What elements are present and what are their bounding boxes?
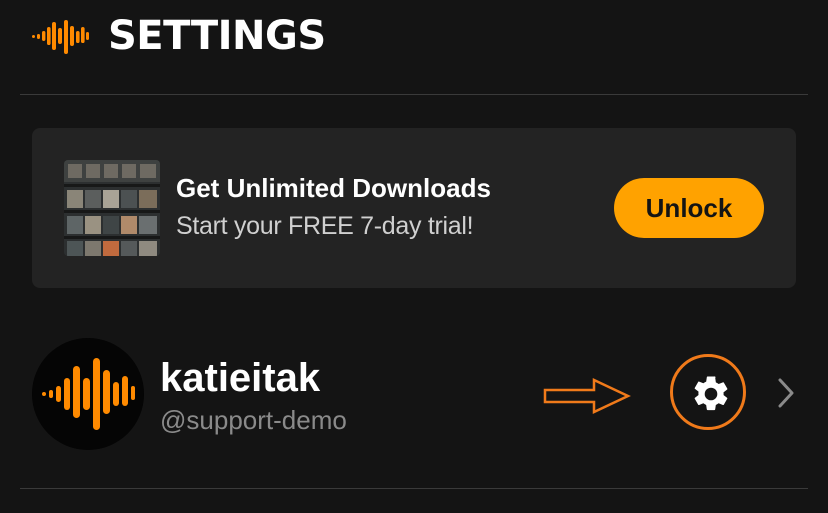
annotation-arrow-icon [543, 378, 631, 414]
audiomack-logo-icon [32, 20, 89, 54]
profile-divider [20, 488, 808, 489]
header: SETTINGS [0, 0, 828, 95]
promo-subtitle: Start your FREE 7-day trial! [176, 212, 474, 240]
promo-title: Get Unlimited Downloads [176, 173, 491, 203]
header-divider [20, 94, 808, 95]
profile-row[interactable]: katieitak @support-demo [0, 320, 828, 470]
username: katieitak [160, 356, 321, 400]
page-title: SETTINGS [108, 13, 326, 59]
unlock-button[interactable]: Unlock [614, 178, 764, 238]
avatar[interactable] [32, 338, 144, 450]
album-collage-image [64, 160, 160, 256]
user-handle: @support-demo [160, 405, 347, 435]
unlimited-downloads-banner: Get Unlimited Downloads Start your FREE … [32, 128, 796, 288]
gear-icon[interactable] [690, 373, 732, 415]
audiomack-avatar-icon [32, 338, 144, 450]
chevron-right-icon[interactable] [776, 376, 798, 410]
